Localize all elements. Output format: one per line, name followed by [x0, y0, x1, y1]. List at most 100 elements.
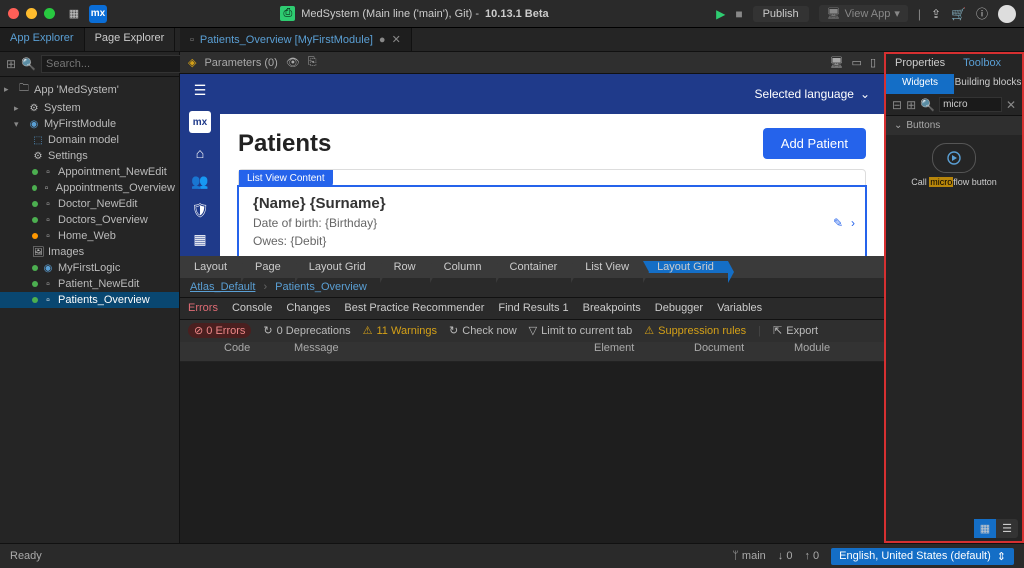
- hamburger-icon[interactable]: ☰: [194, 82, 207, 99]
- clear-icon[interactable]: ✕: [1006, 98, 1016, 112]
- status-dot-icon: [32, 265, 38, 271]
- calendar-icon[interactable]: ▦: [193, 231, 206, 248]
- tab-changes[interactable]: Changes: [286, 302, 330, 314]
- run-icon[interactable]: ▶: [716, 7, 725, 21]
- tree-settings[interactable]: ⚙Settings: [0, 148, 179, 164]
- view-mode-toggle[interactable]: ▦ ☰: [974, 519, 1018, 538]
- check-now-button[interactable]: ↻Check now: [449, 324, 517, 337]
- stop-icon[interactable]: ■: [735, 7, 742, 21]
- selected-language-label[interactable]: Selected language: [755, 87, 854, 101]
- share-icon[interactable]: ⇪: [931, 7, 941, 21]
- list-item[interactable]: {Name} {Surname} Date of birth: {Birthda…: [239, 187, 865, 256]
- expand-icon[interactable]: ⊞: [6, 57, 16, 71]
- collapse-icon[interactable]: ⊟: [892, 98, 902, 112]
- export-button[interactable]: ⇱Export: [773, 324, 818, 337]
- limit-tab-toggle[interactable]: ▽Limit to current tab: [529, 324, 633, 337]
- close-icon[interactable]: ✕: [392, 33, 401, 46]
- tree-images[interactable]: 🖼Images: [0, 244, 179, 260]
- errors-count[interactable]: ⊘ 0 Errors: [188, 323, 251, 338]
- crumb-layout[interactable]: Layout: [180, 261, 241, 273]
- users-icon[interactable]: 👥: [191, 173, 208, 190]
- tab-find-results[interactable]: Find Results 1: [498, 302, 568, 314]
- minimize-window-icon[interactable]: [26, 8, 37, 19]
- link-icon[interactable]: ⎘: [308, 56, 317, 69]
- deprecations-count[interactable]: ↻0 Deprecations: [263, 324, 350, 337]
- tree-app[interactable]: ▸🗀App 'MedSystem': [0, 79, 179, 100]
- col-document[interactable]: Document: [694, 342, 774, 361]
- tab-variables[interactable]: Variables: [717, 302, 762, 314]
- crumb-column[interactable]: Column: [430, 261, 496, 273]
- view-app-button[interactable]: 🖥 View App ▾: [819, 5, 908, 22]
- crumb-page[interactable]: Page: [241, 261, 295, 273]
- close-window-icon[interactable]: [8, 8, 19, 19]
- branch-indicator[interactable]: ᛘ main: [732, 550, 766, 562]
- crumb-layoutgrid-active[interactable]: Layout Grid: [643, 261, 728, 273]
- tree-doctors-overview[interactable]: ▫Doctors_Overview: [0, 212, 179, 228]
- project-tree[interactable]: ▸🗀App 'MedSystem' ▸⚙System ▾◉MyFirstModu…: [0, 77, 179, 543]
- tab-bpr[interactable]: Best Practice Recommender: [344, 302, 484, 314]
- add-patient-button[interactable]: Add Patient: [763, 128, 866, 159]
- chevron-down-icon[interactable]: ⌄: [860, 87, 870, 101]
- crumb-row[interactable]: Row: [380, 261, 430, 273]
- search-input[interactable]: [41, 55, 193, 73]
- publish-button[interactable]: Publish: [753, 6, 809, 22]
- subtab-building-blocks[interactable]: Building blocks: [954, 74, 1022, 94]
- crumb-listview[interactable]: List View: [571, 261, 643, 273]
- tree-system[interactable]: ▸⚙System: [0, 100, 179, 116]
- outgoing-count[interactable]: ↑ 0: [804, 550, 819, 562]
- expand-icon[interactable]: ⊞: [906, 98, 916, 112]
- incoming-count[interactable]: ↓ 0: [778, 550, 793, 562]
- cart-icon[interactable]: 🛒: [951, 7, 966, 21]
- tab-console[interactable]: Console: [232, 302, 272, 314]
- tab-breakpoints[interactable]: Breakpoints: [583, 302, 641, 314]
- info-icon[interactable]: ⓘ: [976, 5, 988, 22]
- desktop-view-icon[interactable]: 🖥: [830, 56, 844, 69]
- home-icon[interactable]: ⌂: [196, 145, 204, 161]
- grid-icon[interactable]: ▦: [65, 5, 83, 23]
- toolbox-search-input[interactable]: [939, 97, 1002, 112]
- avatar[interactable]: [998, 5, 1016, 23]
- tree-module[interactable]: ▾◉MyFirstModule: [0, 116, 179, 132]
- tab-errors[interactable]: Errors: [188, 302, 218, 314]
- grid-view-icon[interactable]: ▦: [974, 519, 996, 538]
- col-code[interactable]: Code: [224, 342, 274, 361]
- tree-appointments-overview[interactable]: ▫Appointments_Overview: [0, 180, 179, 196]
- widget-call-microflow-button[interactable]: Call microflow button: [886, 135, 1022, 196]
- crumb-container[interactable]: Container: [496, 261, 572, 273]
- tree-home-web[interactable]: ▫Home_Web: [0, 228, 179, 244]
- tab-debugger[interactable]: Debugger: [655, 302, 703, 314]
- tab-properties[interactable]: Properties: [886, 54, 954, 74]
- eye-icon[interactable]: 👁: [286, 56, 300, 69]
- maximize-window-icon[interactable]: [44, 8, 55, 19]
- editor-tab-patients-overview[interactable]: ▫ Patients_Overview [MyFirstModule] ● ✕: [180, 28, 412, 51]
- page-canvas[interactable]: ☰ mx ⌂ 👥 🛡 ▦ Selected language ⌄ Patient…: [180, 74, 884, 256]
- subtab-widgets[interactable]: Widgets: [886, 74, 954, 94]
- path-atlas[interactable]: Atlas_Default: [190, 281, 255, 293]
- tree-myfirstlogic[interactable]: ◉MyFirstLogic: [0, 260, 179, 276]
- crumb-layoutgrid[interactable]: Layout Grid: [295, 261, 380, 273]
- tablet-view-icon[interactable]: ▭: [852, 56, 862, 69]
- chevron-right-icon[interactable]: ›: [851, 216, 855, 230]
- tree-doctor-newedit[interactable]: ▫Doctor_NewEdit: [0, 196, 179, 212]
- parameters-label[interactable]: Parameters (0): [204, 57, 277, 69]
- tree-patient-newedit[interactable]: ▫Patient_NewEdit: [0, 276, 179, 292]
- col-element[interactable]: Element: [594, 342, 674, 361]
- tree-patients-overview[interactable]: ▫Patients_Overview: [0, 292, 179, 308]
- edit-icon[interactable]: ✎: [833, 216, 843, 230]
- col-message[interactable]: Message: [294, 342, 574, 361]
- tree-appointment-newedit[interactable]: ▫Appointment_NewEdit: [0, 164, 179, 180]
- warnings-count[interactable]: ⚠11 Warnings: [363, 324, 437, 337]
- tab-page-explorer[interactable]: Page Explorer: [85, 28, 176, 51]
- tab-app-explorer[interactable]: App Explorer: [0, 28, 85, 51]
- list-view-icon[interactable]: ☰: [996, 519, 1018, 538]
- tab-toolbox[interactable]: Toolbox: [954, 54, 1010, 74]
- widget-group-buttons[interactable]: ⌄Buttons: [886, 116, 1022, 135]
- col-module[interactable]: Module: [794, 342, 874, 361]
- suppression-rules-button[interactable]: ⚠Suppression rules: [644, 324, 746, 337]
- shield-icon[interactable]: 🛡: [191, 202, 209, 219]
- phone-view-icon[interactable]: ▯: [870, 56, 876, 69]
- path-page[interactable]: Patients_Overview: [275, 281, 367, 293]
- list-view[interactable]: List View Content {Name} {Surname} Date …: [238, 169, 866, 256]
- tree-domain-model[interactable]: ⬚Domain model: [0, 132, 179, 148]
- language-selector[interactable]: English, United States (default)⇕: [831, 548, 1014, 565]
